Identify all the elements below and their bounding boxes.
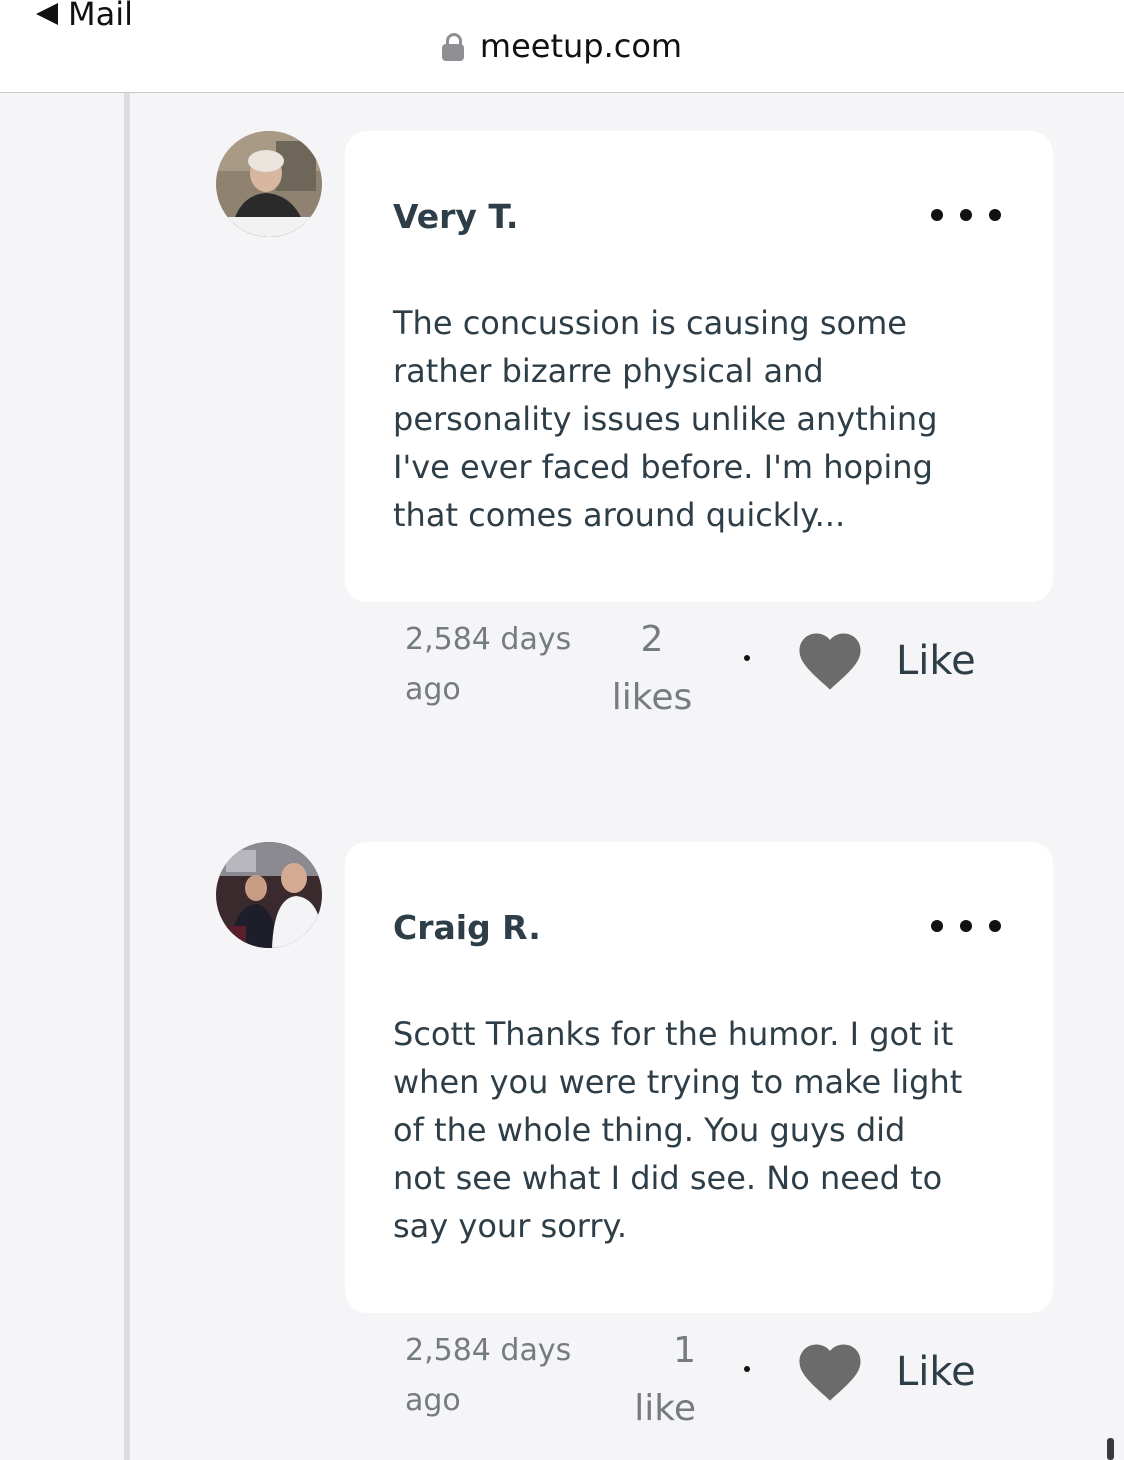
likes-count[interactable]: 2 likes — [600, 611, 704, 727]
comment-body: The concussion is causing some rather bi… — [393, 304, 938, 534]
like-label: Like — [896, 1349, 976, 1395]
back-triangle-icon — [36, 3, 58, 25]
like-button[interactable]: Like — [796, 631, 976, 691]
heart-icon — [799, 1344, 861, 1401]
more-options-button[interactable] — [931, 916, 1001, 936]
like-button[interactable]: Like — [796, 1342, 976, 1402]
comment-card: Craig R. Scott Thanks for the humor. I g… — [345, 842, 1053, 1313]
url-text: meetup.com — [479, 27, 683, 65]
ellipsis-icon — [931, 920, 943, 932]
more-options-button[interactable] — [931, 205, 1001, 225]
comment-timestamp: 2,584 days ago — [405, 1333, 572, 1418]
comment-author[interactable]: Craig R. — [393, 908, 541, 948]
scrollbar-thumb[interactable] — [1107, 1438, 1114, 1460]
comment-body: Scott Thanks for the humor. I got it whe… — [393, 1015, 963, 1245]
thread-line — [124, 93, 130, 1460]
heart-icon — [799, 633, 861, 690]
avatar[interactable] — [216, 842, 322, 948]
likes-count[interactable]: 1 like — [596, 1322, 696, 1438]
avatar[interactable] — [216, 131, 322, 237]
comment-author[interactable]: Very T. — [393, 197, 518, 237]
comment-meta: 2,584 days ago 1 like Like — [0, 1322, 1124, 1432]
like-label: Like — [896, 638, 976, 684]
separator-dot — [744, 1366, 750, 1372]
separator-dot — [744, 655, 750, 661]
browser-top-bar: Mail meetup.com — [0, 0, 1124, 93]
comment-timestamp: 2,584 days ago — [405, 622, 572, 707]
address-bar[interactable]: meetup.com — [0, 26, 1124, 66]
comment-card: Very T. The concussion is causing some r… — [345, 131, 1053, 602]
lock-icon — [441, 33, 464, 61]
ellipsis-icon — [931, 209, 943, 221]
comment-meta: 2,584 days ago 2 likes Like — [0, 611, 1124, 721]
